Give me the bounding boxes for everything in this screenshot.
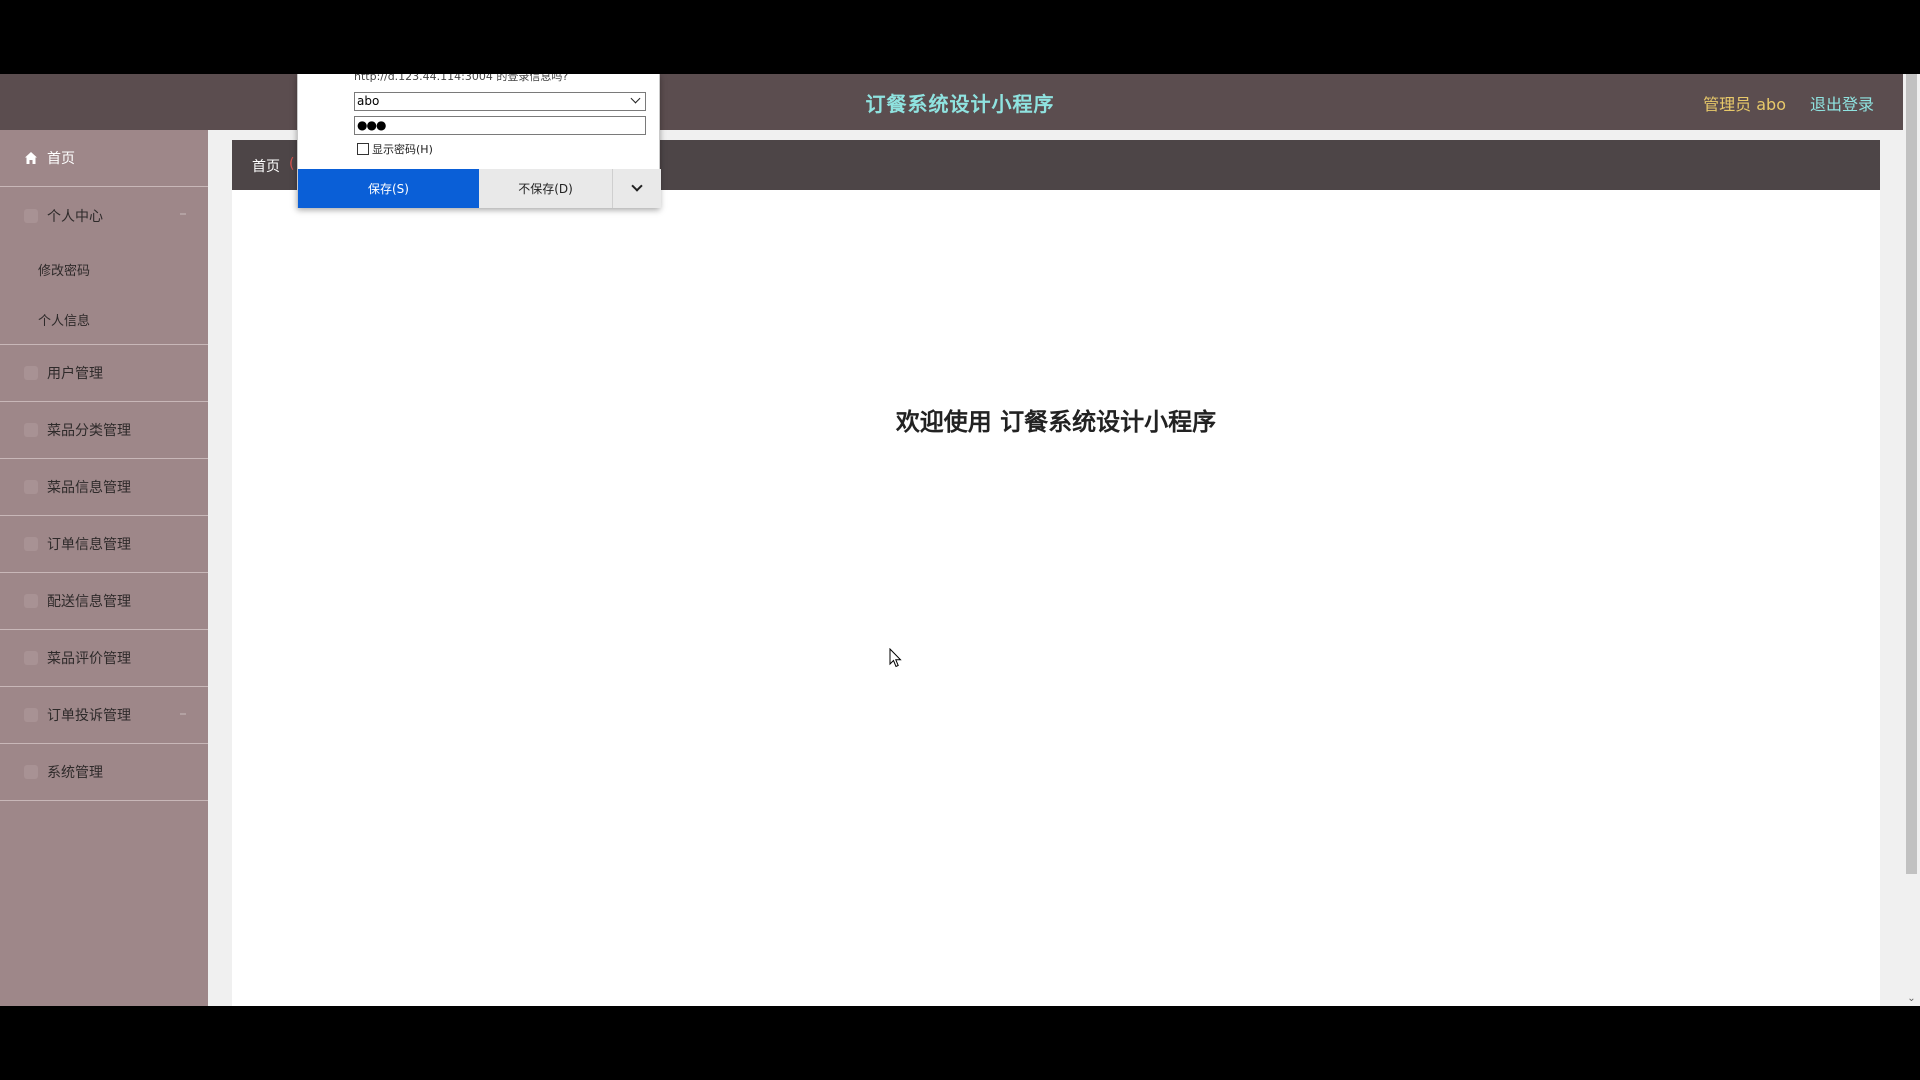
users-icon bbox=[24, 366, 38, 380]
save-password-dialog: http://d.123.44.114:3004 的登录信息吗? abo ●●●… bbox=[297, 74, 661, 208]
logout-link[interactable]: 退出登录 bbox=[1810, 91, 1874, 115]
browser-viewport: 订餐系统设计小程序 管理员 abo 退出登录 首页 个人中心 修改密码 个人信息… bbox=[0, 74, 1920, 1006]
sidebar-item-order-info[interactable]: 订单信息管理 bbox=[0, 516, 208, 573]
sidebar-item-label: 首页 bbox=[47, 151, 75, 167]
main-content: 首页 ( 欢迎使用 订餐系统设计小程序 bbox=[232, 140, 1880, 1006]
sidebar-group-profile: 个人中心 修改密码 个人信息 bbox=[0, 187, 208, 345]
sidebar-item-home[interactable]: 首页 bbox=[0, 130, 208, 187]
sidebar-item-order-complaint[interactable]: 订单投诉管理 bbox=[0, 687, 208, 744]
password-field[interactable]: ●●● bbox=[354, 116, 646, 135]
chevron-down-icon bbox=[631, 180, 643, 192]
scrollbar-thumb[interactable] bbox=[1906, 74, 1917, 874]
breadcrumb-home-link[interactable]: 首页 bbox=[252, 156, 280, 176]
sidebar-item-delivery-info[interactable]: 配送信息管理 bbox=[0, 573, 208, 630]
user-icon bbox=[24, 208, 38, 223]
chevron-icon bbox=[180, 713, 186, 715]
chevron-down-icon bbox=[630, 93, 641, 104]
app-title: 订餐系统设计小程序 bbox=[865, 92, 1055, 116]
sidebar-item-label: 配送信息管理 bbox=[47, 594, 131, 610]
chevron-up-icon bbox=[180, 213, 186, 215]
top-header: 订餐系统设计小程序 管理员 abo 退出登录 bbox=[0, 74, 1920, 130]
complaint-icon bbox=[24, 708, 38, 722]
save-password-prompt: http://d.123.44.114:3004 的登录信息吗? bbox=[354, 74, 569, 83]
checkbox-box[interactable] bbox=[357, 143, 369, 155]
admin-user-label: 管理员 abo bbox=[1703, 95, 1786, 114]
sidebar-item-dish-review[interactable]: 菜品评价管理 bbox=[0, 630, 208, 687]
breadcrumb-separator: ( bbox=[289, 156, 295, 172]
sidebar-item-label: 用户管理 bbox=[47, 366, 103, 382]
sidebar-item-label: 菜品信息管理 bbox=[47, 480, 131, 496]
category-icon bbox=[24, 423, 38, 437]
review-icon bbox=[24, 651, 38, 665]
scroll-down-arrow-icon[interactable]: ⌄ bbox=[1906, 994, 1917, 1004]
sidebar-item-label: 订单投诉管理 bbox=[47, 708, 131, 724]
more-options-button[interactable] bbox=[613, 169, 661, 208]
system-icon bbox=[24, 765, 38, 779]
sidebar-item-system[interactable]: 系统管理 bbox=[0, 744, 208, 801]
dish-icon bbox=[24, 480, 38, 494]
show-password-checkbox[interactable]: 显示密码(H) bbox=[357, 141, 433, 157]
sidebar-item-profile[interactable]: 个人中心 bbox=[0, 187, 208, 244]
save-password-button[interactable]: 保存(S) bbox=[298, 169, 479, 208]
show-password-label: 显示密码(H) bbox=[372, 143, 433, 156]
order-icon bbox=[24, 537, 38, 551]
mouse-pointer-icon bbox=[889, 648, 902, 668]
delivery-icon bbox=[24, 594, 38, 608]
username-dropdown[interactable]: abo bbox=[354, 92, 646, 111]
sidebar-item-label: 个人中心 bbox=[47, 208, 103, 225]
sidebar-item-dish-category[interactable]: 菜品分类管理 bbox=[0, 402, 208, 459]
sidebar-subitem-profile-info[interactable]: 个人信息 bbox=[0, 294, 208, 344]
sidebar-item-label: 菜品评价管理 bbox=[47, 651, 131, 667]
sidebar-item-users[interactable]: 用户管理 bbox=[0, 345, 208, 402]
sidebar-item-label: 订单信息管理 bbox=[47, 537, 131, 553]
username-value: abo bbox=[357, 94, 380, 108]
home-icon bbox=[24, 151, 38, 165]
sidebar-item-label: 系统管理 bbox=[47, 765, 103, 781]
sidebar-item-label: 菜品分类管理 bbox=[47, 423, 131, 439]
vertical-scrollbar[interactable]: ⌄ bbox=[1903, 74, 1920, 1006]
sidebar-item-dish-info[interactable]: 菜品信息管理 bbox=[0, 459, 208, 516]
dont-save-button[interactable]: 不保存(D) bbox=[479, 169, 613, 208]
welcome-heading: 欢迎使用 订餐系统设计小程序 bbox=[895, 408, 1217, 436]
sidebar-subitem-change-password[interactable]: 修改密码 bbox=[0, 244, 208, 294]
sidebar: 首页 个人中心 修改密码 个人信息 用户管理 菜品分类管理 菜品信息管理 订单信… bbox=[0, 130, 208, 1006]
